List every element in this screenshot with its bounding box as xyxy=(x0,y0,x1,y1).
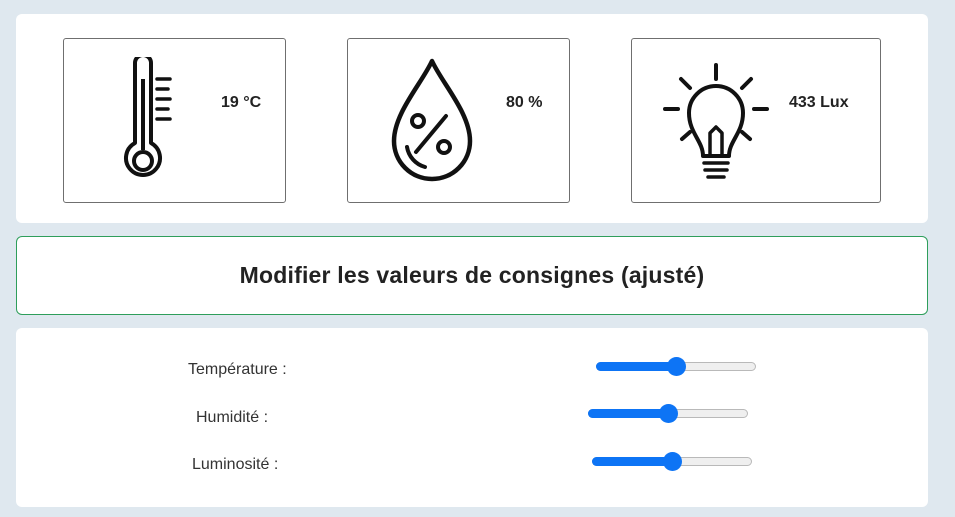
temperature-card: 19 °C xyxy=(63,38,286,203)
slider-thumb[interactable] xyxy=(659,404,678,423)
humidity-percent-drop-icon xyxy=(391,58,473,182)
luminosity-card: 433 Lux xyxy=(631,38,881,203)
temperature-setpoint-slider[interactable] xyxy=(596,357,756,376)
light-bulb-icon xyxy=(663,63,769,179)
slider-fill xyxy=(592,457,672,466)
section-title: Modifier les valeurs de consignes (ajust… xyxy=(239,262,705,288)
sensors-panel: 19 °C 80 % 433 Lux xyxy=(16,14,928,223)
luminosity-setpoint-slider[interactable] xyxy=(592,452,752,471)
thermometer-icon xyxy=(124,57,172,177)
humidity-setpoint-label: Humidité : xyxy=(196,409,269,426)
luminosity-value: 433 Lux xyxy=(789,94,849,111)
setpoints-title-panel: Modifier les valeurs de consignes (ajust… xyxy=(16,236,928,315)
humidity-card: 80 % xyxy=(347,38,570,203)
slider-thumb[interactable] xyxy=(667,357,686,376)
setpoints-panel: Température : Humidité : Luminosité : xyxy=(16,328,928,507)
slider-fill xyxy=(596,362,676,371)
slider-thumb[interactable] xyxy=(663,452,682,471)
slider-fill xyxy=(588,409,668,418)
temperature-value: 19 °C xyxy=(221,94,262,111)
humidity-value: 80 % xyxy=(506,94,543,111)
luminosity-setpoint-label: Luminosité : xyxy=(192,456,279,473)
humidity-setpoint-slider[interactable] xyxy=(588,404,748,423)
temperature-setpoint-label: Température : xyxy=(188,361,287,378)
